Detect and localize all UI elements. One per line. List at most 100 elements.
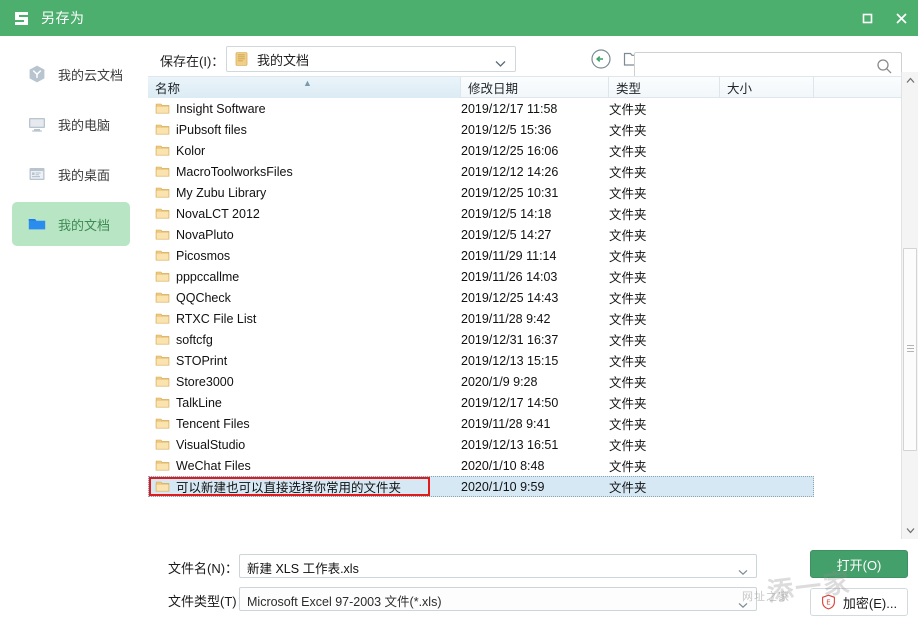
chevron-down-icon[interactable]: [738, 563, 748, 581]
sidebar-item-computer[interactable]: 我的电脑: [12, 102, 130, 146]
folder-icon: [26, 213, 48, 235]
filetype-value: Microsoft Excel 97-2003 文件(*.xls): [247, 591, 442, 610]
file-date-cell: 2019/12/17 14:50: [461, 396, 558, 410]
table-row[interactable]: VisualStudio2019/12/13 16:51文件夹: [148, 434, 918, 455]
chevron-down-icon[interactable]: [738, 596, 748, 614]
file-date-cell: 2019/11/28 9:41: [461, 417, 550, 431]
folder-icon: [155, 164, 170, 179]
column-header-name[interactable]: 名称 ▲: [148, 77, 461, 98]
file-type-cell: 文件夹: [609, 372, 647, 391]
file-date-cell: 2019/12/17 11:58: [461, 102, 557, 116]
file-name-cell: TalkLine: [155, 395, 222, 410]
path-combobox[interactable]: 我的文档: [226, 46, 516, 72]
file-name-cell: MacroToolworksFiles: [155, 164, 293, 179]
table-row[interactable]: Kolor2019/12/25 16:06文件夹: [148, 140, 918, 161]
file-type-cell: 文件夹: [609, 477, 647, 496]
table-row[interactable]: Tencent Files2019/11/28 9:41文件夹: [148, 413, 918, 434]
table-row[interactable]: WeChat Files2020/1/10 8:48文件夹: [148, 455, 918, 476]
file-date-cell: 2019/12/25 10:31: [461, 186, 558, 200]
table-row[interactable]: pppccallme2019/11/26 14:03文件夹: [148, 266, 918, 287]
sidebar-item-label: 我的云文档: [58, 65, 123, 84]
encrypt-button[interactable]: E 加密(E)...: [810, 588, 908, 616]
file-list-scrollbar[interactable]: [901, 72, 918, 539]
table-row[interactable]: softcfg2019/12/31 16:37文件夹: [148, 329, 918, 350]
file-type-cell: 文件夹: [609, 351, 647, 370]
save-in-row: 保存在(I)： 我的文档: [148, 44, 918, 76]
close-button[interactable]: [884, 0, 918, 36]
table-row[interactable]: 可以新建也可以直接选择你常用的文件夹2020/1/10 9:59文件夹: [148, 476, 814, 497]
file-type-cell: 文件夹: [609, 288, 647, 307]
filetype-select[interactable]: Microsoft Excel 97-2003 文件(*.xls): [239, 587, 757, 611]
file-name-text: softcfg: [176, 333, 213, 347]
table-row[interactable]: TalkLine2019/12/17 14:50文件夹: [148, 392, 918, 413]
file-name-cell: QQCheck: [155, 290, 231, 305]
sidebar-item-desktop[interactable]: 我的桌面: [12, 152, 130, 196]
file-name-text: NovaLCT 2012: [176, 207, 260, 221]
column-header-type[interactable]: 类型: [609, 77, 720, 98]
file-name-text: VisualStudio: [176, 438, 245, 452]
folder-icon: [155, 248, 170, 263]
table-row[interactable]: Store3000 2020/1/9 9:28 文件夹: [148, 371, 918, 392]
file-name-cell: WeChat Files: [155, 458, 251, 473]
folder-icon: [155, 395, 170, 410]
table-row[interactable]: MacroToolworksFiles 2019/12/12 14:26 文件夹: [148, 161, 918, 182]
sidebar: 我的云文档 我的电脑: [0, 36, 148, 619]
scroll-up-arrow-icon[interactable]: [902, 72, 918, 89]
table-row[interactable]: STOPrint2019/12/13 15:15文件夹: [148, 350, 918, 371]
chevron-down-icon[interactable]: [495, 55, 506, 73]
table-row[interactable]: Insight Software2019/12/17 11:58文件夹: [148, 98, 918, 119]
column-header-size[interactable]: 大小: [720, 77, 814, 98]
table-row[interactable]: Picosmos2019/11/29 11:14文件夹: [148, 245, 918, 266]
sidebar-item-label: 我的电脑: [58, 115, 110, 134]
file-name-text: Store3000: [176, 375, 234, 389]
file-date-cell: 2019/12/5 14:18: [461, 207, 551, 221]
table-row[interactable]: My Zubu Library2019/12/25 10:31文件夹: [148, 182, 918, 203]
file-date-cell: 2020/1/9 9:28: [461, 375, 537, 389]
column-header-date[interactable]: 修改日期: [461, 77, 609, 98]
file-type-cell: 文件夹: [609, 162, 647, 181]
file-name-text: MacroToolworksFiles: [176, 165, 293, 179]
file-name-cell: 可以新建也可以直接选择你常用的文件夹: [155, 477, 401, 496]
file-type-cell: 文件夹: [609, 309, 647, 328]
filename-value: 新建 XLS 工作表.xls: [247, 558, 359, 577]
file-date-cell: 2020/1/10 8:48: [461, 459, 544, 473]
file-date-cell: 2019/11/26 14:03: [461, 270, 557, 284]
save-in-label: 保存在(I)：: [160, 51, 224, 70]
file-name-text: pppccallme: [176, 270, 239, 284]
folder-icon: [155, 416, 170, 431]
table-row[interactable]: QQCheck2019/12/25 14:43文件夹: [148, 287, 918, 308]
folder-icon: [155, 122, 170, 137]
table-row[interactable]: NovaPluto2019/12/5 14:27文件夹: [148, 224, 918, 245]
scroll-down-arrow-icon[interactable]: [902, 522, 918, 539]
window-title: 另存为: [41, 8, 85, 28]
file-name-cell: Picosmos: [155, 248, 230, 263]
search-box[interactable]: [634, 52, 902, 79]
main-panel: 保存在(I)： 我的文档: [148, 36, 918, 619]
table-row[interactable]: iPubsoft files2019/12/5 15:36文件夹: [148, 119, 918, 140]
sort-ascending-icon: ▲: [303, 78, 312, 88]
file-name-cell: RTXC File List: [155, 311, 256, 326]
file-name-text: Tencent Files: [176, 417, 250, 431]
filename-input[interactable]: 新建 XLS 工作表.xls: [239, 554, 757, 578]
save-as-dialog: 另存为 我的云文档: [0, 0, 918, 619]
folder-icon: [155, 311, 170, 326]
current-path-text: 我的文档: [257, 50, 309, 69]
sidebar-item-cloud-docs[interactable]: 我的云文档: [12, 52, 130, 96]
file-date-cell: 2019/12/5 14:27: [461, 228, 551, 242]
file-type-cell: 文件夹: [609, 435, 647, 454]
search-input[interactable]: [642, 53, 882, 78]
wps-logo-icon: [11, 8, 31, 28]
sidebar-item-my-documents[interactable]: 我的文档: [12, 202, 130, 246]
maximize-button[interactable]: [850, 0, 884, 36]
file-list[interactable]: Insight Software2019/12/17 11:58文件夹iPubs…: [148, 98, 918, 539]
scrollbar-thumb[interactable]: [903, 248, 917, 451]
table-row[interactable]: NovaLCT 20122019/12/5 14:18文件夹: [148, 203, 918, 224]
open-button[interactable]: 打开(O): [810, 550, 908, 578]
table-row[interactable]: RTXC File List2019/11/28 9:42文件夹: [148, 308, 918, 329]
file-date-cell: 2019/12/12 14:26: [461, 165, 558, 179]
file-type-cell: 文件夹: [609, 246, 647, 265]
back-arrow-icon[interactable]: [588, 46, 614, 72]
file-name-text: Kolor: [176, 144, 205, 158]
file-name-cell: My Zubu Library: [155, 185, 266, 200]
scrollbar-grip-icon: [907, 345, 914, 352]
